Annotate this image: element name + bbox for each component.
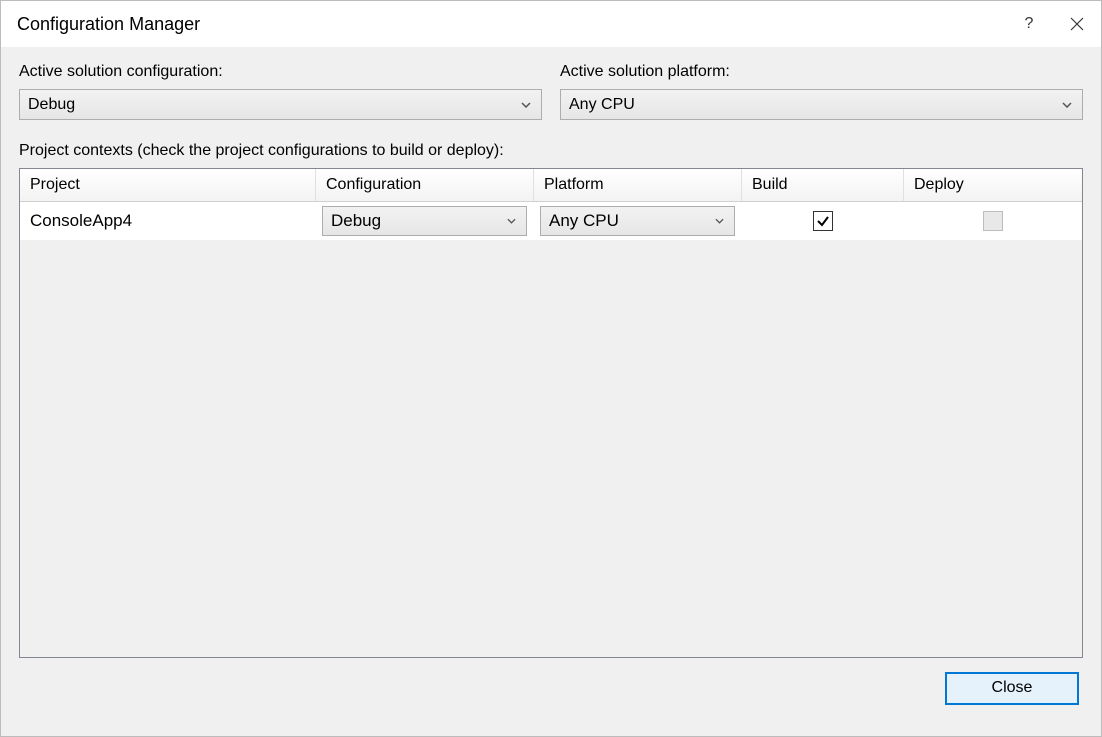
col-header-deploy[interactable]: Deploy bbox=[904, 169, 1082, 201]
chevron-down-icon bbox=[519, 98, 533, 112]
active-platform-value: Any CPU bbox=[569, 96, 1060, 114]
checkmark-icon bbox=[816, 214, 830, 228]
help-button[interactable]: ? bbox=[1005, 1, 1053, 47]
active-platform-combo[interactable]: Any CPU bbox=[560, 89, 1083, 120]
grid-body: ConsoleApp4 Debug Any CPU bbox=[20, 202, 1082, 657]
close-window-button[interactable] bbox=[1053, 1, 1101, 47]
chevron-down-icon bbox=[1060, 98, 1074, 112]
col-header-platform[interactable]: Platform bbox=[534, 169, 742, 201]
grid-header-row: Project Configuration Platform Build Dep… bbox=[20, 169, 1082, 202]
active-config-combo[interactable]: Debug bbox=[19, 89, 542, 120]
table-row: ConsoleApp4 Debug Any CPU bbox=[20, 202, 1082, 240]
dialog-footer: Close bbox=[19, 658, 1083, 718]
col-header-project[interactable]: Project bbox=[20, 169, 316, 201]
project-contexts-label: Project contexts (check the project conf… bbox=[19, 142, 1083, 160]
row-platform-value: Any CPU bbox=[549, 211, 712, 231]
titlebar: Configuration Manager ? bbox=[1, 1, 1101, 47]
row-configuration-value: Debug bbox=[331, 211, 504, 231]
build-checkbox[interactable] bbox=[813, 211, 833, 231]
col-header-build[interactable]: Build bbox=[742, 169, 904, 201]
chevron-down-icon bbox=[712, 214, 726, 228]
configuration-manager-window: Configuration Manager ? Active solution … bbox=[0, 0, 1102, 737]
row-platform-combo[interactable]: Any CPU bbox=[540, 206, 735, 236]
chevron-down-icon bbox=[504, 214, 518, 228]
dialog-body: Active solution configuration: Debug Act… bbox=[1, 47, 1101, 736]
close-button[interactable]: Close bbox=[945, 672, 1079, 705]
project-contexts-grid: Project Configuration Platform Build Dep… bbox=[19, 168, 1083, 658]
close-button-label: Close bbox=[992, 679, 1033, 697]
active-config-label: Active solution configuration: bbox=[19, 63, 542, 81]
help-icon: ? bbox=[1025, 15, 1034, 33]
window-title: Configuration Manager bbox=[17, 14, 200, 35]
row-configuration-combo[interactable]: Debug bbox=[322, 206, 527, 236]
close-icon bbox=[1070, 17, 1084, 31]
active-config-value: Debug bbox=[28, 96, 519, 114]
project-name-cell: ConsoleApp4 bbox=[20, 202, 316, 240]
active-platform-label: Active solution platform: bbox=[560, 63, 1083, 81]
col-header-configuration[interactable]: Configuration bbox=[316, 169, 534, 201]
deploy-checkbox bbox=[983, 211, 1003, 231]
